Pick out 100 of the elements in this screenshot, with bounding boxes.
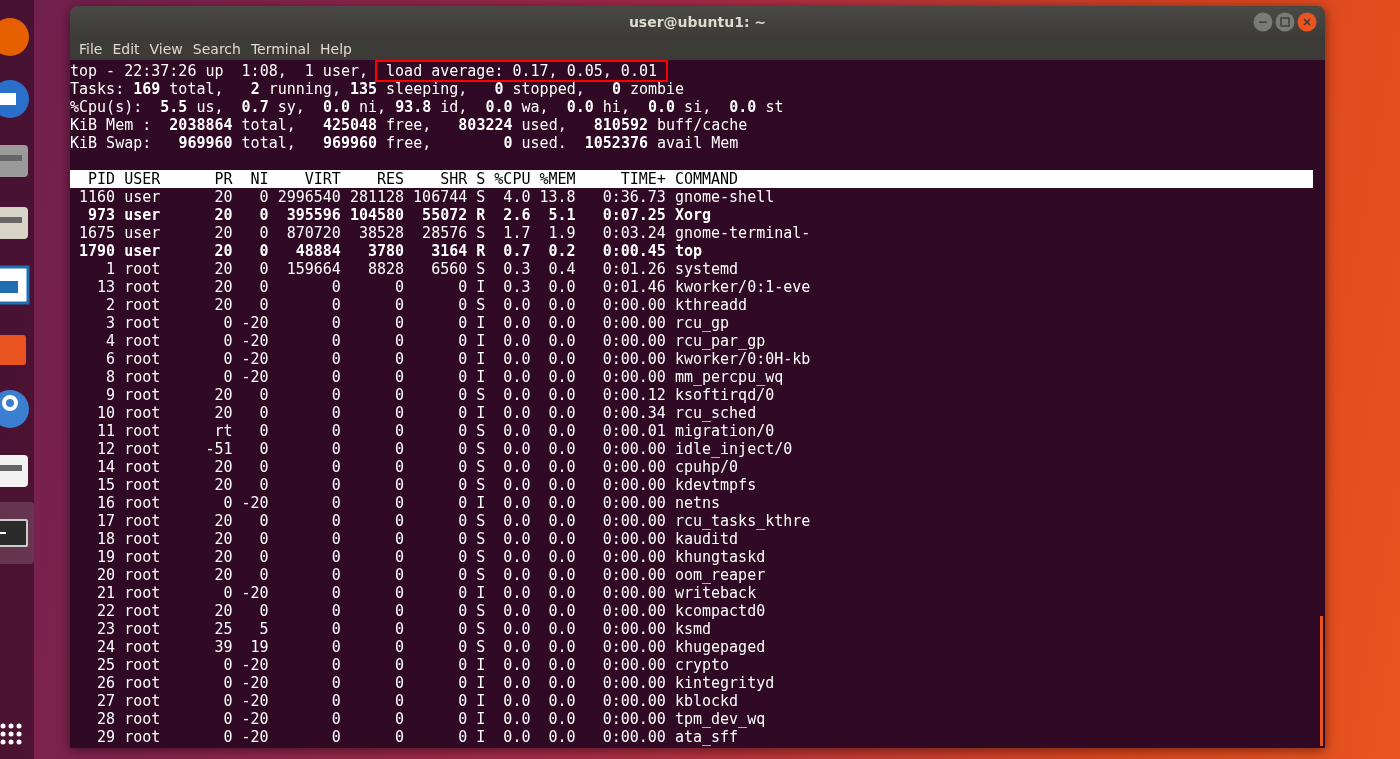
- table-cell-text: 20: [96, 566, 116, 584]
- table-cell-text: 0: [330, 584, 341, 602]
- table-cell-text: 19: [96, 548, 116, 566]
- table-cell-text: 0: [330, 314, 341, 332]
- table-cell-text: R: [475, 242, 486, 260]
- table-cell-text: 0: [394, 674, 405, 692]
- table-cell-text: 0: [394, 512, 405, 530]
- table-cell-text: 0: [394, 368, 405, 386]
- table-cell-text: S: [475, 566, 486, 584]
- table-cell-text: 0: [258, 224, 269, 242]
- table-cell-text: 0: [330, 710, 341, 728]
- table-cell-text: 0.0: [502, 638, 531, 656]
- table-cell-text: 0: [330, 332, 341, 350]
- table-cell-text: 0: [330, 458, 341, 476]
- table-cell-text: 11: [96, 422, 116, 440]
- table-cell-text: 27: [96, 692, 116, 710]
- table-cell-text: S: [475, 260, 486, 278]
- table-cell-text: 10: [96, 404, 116, 422]
- table-cell-text: S: [475, 638, 486, 656]
- table-cell-text: 0: [330, 440, 341, 458]
- table-cell-text: gnome-shell: [673, 188, 775, 206]
- table-cell-text: 28: [96, 710, 116, 728]
- table-cell-text: 0: [330, 278, 341, 296]
- table-cell-text: 0: [394, 404, 405, 422]
- table-cell-text: kworker/0:1-eve: [673, 278, 811, 296]
- table-cell-text: 870720: [285, 224, 341, 242]
- table-cell-text: I: [475, 494, 486, 512]
- table-cell-text: 0: [394, 638, 405, 656]
- column-header: TIME+: [619, 170, 666, 188]
- table-cell-text: 38528: [357, 224, 405, 242]
- table-cell-text: 0: [457, 350, 468, 368]
- table-cell-text: 0.0: [547, 278, 576, 296]
- menu-item[interactable]: Search: [187, 41, 246, 57]
- menu-item[interactable]: Help: [315, 41, 357, 57]
- table-cell-text: 0: [222, 674, 233, 692]
- column-header: %MEM: [538, 170, 576, 188]
- table-cell-text: -20: [240, 692, 269, 710]
- table-cell-text: 0: [222, 584, 233, 602]
- table-cell-text: 0: [457, 566, 468, 584]
- table-cell-text: 1.9: [547, 224, 576, 242]
- table-cell-text: S: [475, 458, 486, 476]
- table-cell-text: 0: [258, 242, 269, 260]
- table-cell-text: 0: [394, 458, 405, 476]
- table-cell-text: S: [475, 548, 486, 566]
- table-cell-text: 0.0: [547, 368, 576, 386]
- table-cell-text: 0: [394, 422, 405, 440]
- table-cell-text: 0.7: [502, 242, 531, 260]
- table-cell-text: 4.0: [502, 188, 531, 206]
- table-cell-text: 0: [394, 386, 405, 404]
- table-cell-text: 104580: [348, 206, 405, 224]
- menu-item[interactable]: Edit: [107, 41, 145, 57]
- table-cell-text: 0.0: [547, 404, 576, 422]
- table-cell-text: user: [123, 224, 162, 242]
- table-cell-text: 20: [213, 530, 233, 548]
- table-cell-text: 0: [457, 548, 468, 566]
- table-cell-text: root: [123, 638, 162, 656]
- table-cell-text: 0: [457, 458, 468, 476]
- table-cell-text: 24: [96, 638, 116, 656]
- table-cell-text: 973: [87, 206, 116, 224]
- table-cell-text: I: [475, 368, 486, 386]
- table-cell-text: 0:00.00: [601, 692, 666, 710]
- table-cell-text: kworker/0:0H-kb: [673, 350, 811, 368]
- table-cell-text: 0: [457, 296, 468, 314]
- table-cell-text: 0:00.12: [601, 386, 666, 404]
- table-cell-text: 13.8: [538, 188, 576, 206]
- table-cell-text: 0:00.01: [601, 422, 666, 440]
- table-cell-text: 0.0: [502, 458, 531, 476]
- menu-item[interactable]: File: [74, 41, 108, 57]
- table-cell-text: 0.0: [502, 350, 531, 368]
- table-cell-text: rt: [213, 422, 233, 440]
- column-header: COMMAND: [673, 170, 739, 188]
- table-cell-text: 0: [330, 602, 341, 620]
- table-cell-text: root: [123, 350, 162, 368]
- table-cell-text: 0: [457, 530, 468, 548]
- table-cell-text: 0: [394, 620, 405, 638]
- table-cell-text: 0.0: [502, 602, 531, 620]
- menu-item[interactable]: Terminal: [245, 41, 316, 57]
- table-cell-text: 48884: [294, 242, 341, 260]
- table-cell-text: 0: [330, 728, 341, 746]
- table-cell-text: 0: [330, 566, 341, 584]
- table-cell-text: -20: [240, 350, 269, 368]
- table-cell-text: 22: [96, 602, 116, 620]
- table-cell-text: 0: [258, 206, 269, 224]
- table-cell-text: I: [475, 314, 486, 332]
- menu-item[interactable]: View: [144, 41, 188, 57]
- table-cell-text: I: [475, 728, 486, 746]
- table-cell-text: 0.0: [547, 440, 576, 458]
- table-cell-text: 0.0: [502, 566, 531, 584]
- table-cell-text: 0: [222, 314, 233, 332]
- table-cell-text: 0: [394, 566, 405, 584]
- table-cell-text: 0.0: [547, 710, 576, 728]
- table-cell-text: 0: [330, 422, 341, 440]
- table-cell-text: ksmd: [673, 620, 712, 638]
- table-cell-text: 23: [96, 620, 116, 638]
- table-cell-text: 0:00.00: [601, 710, 666, 728]
- table-cell-text: 0.0: [547, 674, 576, 692]
- table-cell-text: 20: [213, 224, 233, 242]
- table-cell-text: -20: [240, 584, 269, 602]
- table-cell-text: 0.0: [547, 566, 576, 584]
- table-cell-text: 26: [96, 674, 116, 692]
